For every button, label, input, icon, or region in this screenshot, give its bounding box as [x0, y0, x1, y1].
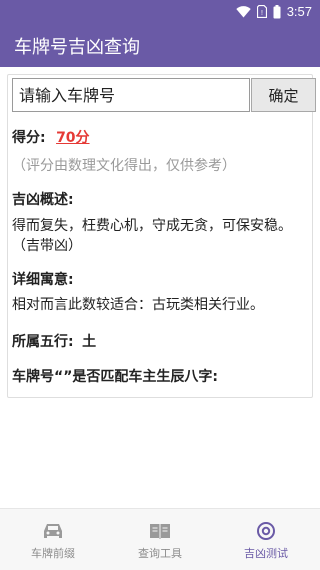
status-bar: ! 3:57: [0, 0, 320, 24]
battery-icon: [273, 4, 281, 18]
nav-query-tools[interactable]: 查询工具: [107, 509, 213, 570]
nav-plate-prefix[interactable]: 车牌前缀: [0, 509, 106, 570]
score-note: （评分由数理文化得出，仅供参考）: [12, 158, 236, 174]
compass-icon: [257, 522, 275, 540]
result-card: 确定 得分: 70分 （评分由数理文化得出，仅供参考） 吉凶概述: 得而复失，枉…: [7, 74, 316, 398]
no-sim-icon: !: [256, 5, 267, 18]
app-bar: 车牌号吉凶查询: [0, 24, 320, 67]
nav-label-query-tools: 查询工具: [138, 547, 182, 560]
match-label: 车牌号“”是否匹配车主生辰八字:: [12, 369, 219, 385]
element-row: 所属五行: 土: [12, 331, 96, 351]
score-value: 70分: [56, 130, 90, 146]
element-value: 土: [82, 334, 97, 350]
search-bar: 确定: [12, 78, 316, 112]
svg-text:!: !: [261, 10, 263, 17]
confirm-button[interactable]: 确定: [251, 78, 316, 112]
meaning-text: 相对而言此数较适合：古玩类相关行业。: [12, 297, 264, 313]
plate-number-input[interactable]: [12, 78, 250, 112]
status-icons: ! 3:57: [235, 4, 312, 19]
score-row: 得分: 70分: [12, 127, 90, 147]
element-label: 所属五行:: [12, 334, 74, 350]
score-label: 得分:: [12, 130, 46, 146]
book-icon: [150, 524, 170, 539]
meaning-title: 详细寓意:: [12, 272, 74, 288]
fortune-text: 得而复失，枉费心机，守成无贪，可保安稳。（吉带凶）: [12, 218, 292, 254]
page-title: 车牌号吉凶查询: [14, 37, 140, 58]
wifi-icon: [235, 5, 251, 18]
car-icon: [44, 524, 62, 538]
fortune-title: 吉凶概述:: [12, 192, 74, 208]
bottom-navigation: 车牌前缀 查询工具 吉凶测试: [0, 508, 320, 570]
nav-fortune-test[interactable]: 吉凶测试: [213, 509, 319, 570]
clock-time: 3:57: [286, 4, 312, 19]
nav-label-fortune-test: 吉凶测试: [244, 547, 288, 560]
nav-label-plate-prefix: 车牌前缀: [31, 547, 75, 560]
